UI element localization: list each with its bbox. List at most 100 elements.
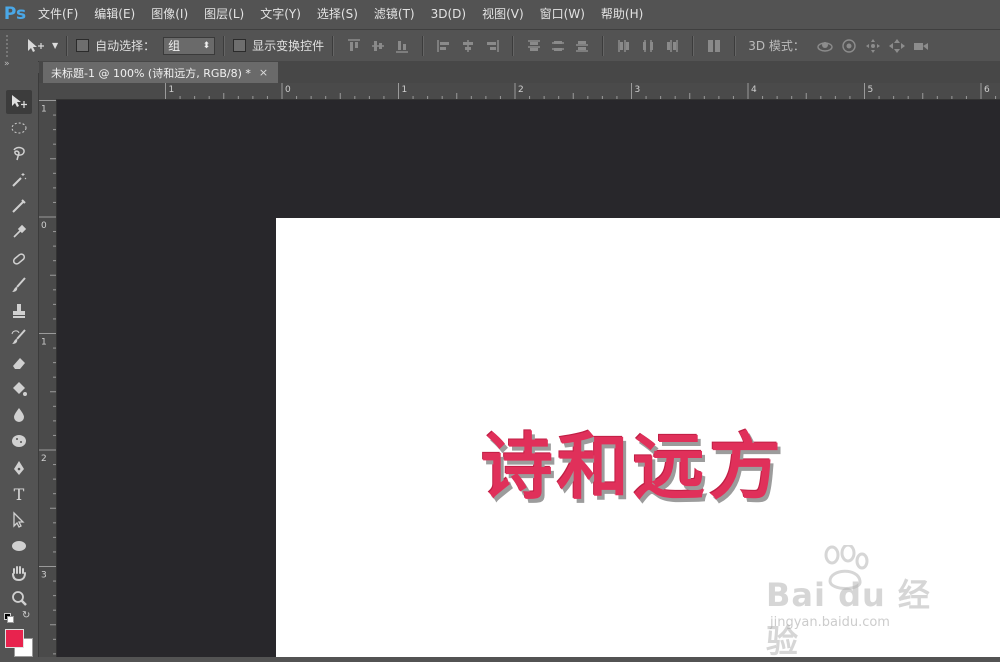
photoshop-logo: Ps (3, 4, 27, 24)
pen-tool[interactable] (6, 456, 32, 480)
type-icon: T (13, 484, 25, 504)
menu-image[interactable]: 图像(I) (143, 0, 196, 28)
menu-filter[interactable]: 滤镜(T) (366, 0, 423, 28)
blur-tool[interactable] (6, 403, 32, 427)
distribute-left-icon[interactable] (616, 38, 632, 54)
horizontal-ruler-ticks: 1 0 1 2 3 4 5 6 (165, 83, 997, 99)
menu-file[interactable]: 文件(F) (30, 0, 86, 28)
3d-slide-icon[interactable] (888, 38, 906, 54)
align-vcenter-icon[interactable] (370, 38, 386, 54)
document-tab-title: 未标题-1 @ 100% (诗和远方, RGB/8) * (51, 66, 251, 80)
baidu-watermark: Bai du 经验 jingyan.baidu.com (716, 545, 956, 660)
3d-camera-icon[interactable] (912, 38, 930, 54)
double-chevron-icon: » (4, 59, 10, 69)
ellipse-shape-icon (12, 541, 26, 551)
default-colors-icon[interactable] (4, 613, 14, 623)
paint-bucket-tool[interactable] (6, 377, 32, 401)
ruler-label: 2 (41, 454, 47, 464)
menu-select[interactable]: 选择(S) (309, 0, 366, 28)
menu-window[interactable]: 窗口(W) (532, 0, 593, 28)
auto-select-checkbox[interactable] (76, 39, 90, 52)
shape-tool[interactable] (6, 534, 32, 558)
eraser-tool[interactable] (6, 351, 32, 375)
ruler-origin[interactable] (39, 83, 56, 99)
options-bar-grip[interactable] (6, 34, 16, 57)
document-tab[interactable]: 未标题-1 @ 100% (诗和远方, RGB/8) * × (43, 62, 279, 83)
options-bar: ▼ 自动选择： 组 ⬍ 显示变换控件 3D 模式： (0, 29, 1000, 62)
menu-help[interactable]: 帮助(H) (593, 0, 651, 28)
history-brush-tool[interactable] (6, 325, 32, 349)
auto-align-layers-icon[interactable] (706, 38, 722, 54)
align-top-icon[interactable] (346, 38, 362, 54)
menu-layer[interactable]: 图层(L) (196, 0, 252, 28)
lasso-tool[interactable] (6, 142, 32, 166)
3d-orbit-icon[interactable] (816, 38, 834, 54)
menu-view[interactable]: 视图(V) (474, 0, 532, 28)
distribute-top-icon[interactable] (526, 38, 542, 54)
stamp-icon (13, 304, 25, 318)
3d-roll-icon[interactable] (840, 38, 858, 54)
blur-drop-icon (14, 408, 24, 422)
clone-stamp-tool[interactable] (6, 299, 32, 323)
distribute-bottom-icon[interactable] (574, 38, 590, 54)
align-right-icon[interactable] (484, 38, 500, 54)
3d-pan-icon[interactable] (864, 38, 882, 54)
bandage-icon (12, 253, 26, 265)
canvas-text-layer[interactable]: 诗和远方 (481, 408, 785, 513)
foreground-color-swatch[interactable] (5, 629, 24, 648)
lasso-icon (13, 146, 25, 161)
align-bottom-icon[interactable] (394, 38, 410, 54)
horizontal-ruler[interactable]: 1 0 1 2 3 4 5 6 (56, 83, 1000, 100)
updown-arrows-icon: ⬍ (202, 40, 211, 51)
show-transform-checkbox[interactable] (233, 39, 247, 52)
path-selection-tool[interactable] (6, 508, 32, 532)
distribute-hcenter-icon[interactable] (640, 38, 656, 54)
crop-tool[interactable] (6, 194, 32, 218)
separator (223, 35, 226, 56)
hand-icon (12, 566, 26, 582)
eyedropper-tool[interactable] (6, 220, 32, 244)
eyedropper-icon (13, 224, 27, 238)
align-left-icon[interactable] (436, 38, 452, 54)
ruler-label: 1 (169, 85, 175, 95)
eraser-icon (13, 358, 25, 369)
separator (602, 35, 605, 56)
sponge-icon (12, 435, 26, 447)
ruler-label: 0 (285, 85, 291, 95)
auto-select-dropdown[interactable]: 组 ⬍ (163, 36, 216, 55)
tool-preset-picker[interactable]: ▼ (26, 38, 58, 54)
menu-bar: Ps 文件(F) 编辑(E) 图像(I) 图层(L) 文字(Y) 选择(S) 滤… (0, 0, 1000, 28)
align-hcenter-icon[interactable] (460, 38, 476, 54)
ruler-label: 3 (635, 85, 641, 95)
brush-tool[interactable] (6, 273, 32, 297)
distribute-right-icon[interactable] (664, 38, 680, 54)
healing-brush-tool[interactable] (6, 247, 32, 271)
crop-icon (12, 199, 26, 213)
move-tool-icon (12, 95, 27, 108)
dodge-tool[interactable] (6, 429, 32, 453)
hand-tool[interactable] (6, 561, 32, 585)
menu-3d[interactable]: 3D(D) (423, 0, 474, 28)
ruler-label: 1 (402, 85, 408, 95)
menu-edit[interactable]: 编辑(E) (86, 0, 143, 28)
separator (734, 35, 737, 56)
swap-colors-icon[interactable]: ↻ (22, 610, 30, 621)
vertical-ruler[interactable]: 1 0 1 2 3 (39, 99, 57, 657)
toolbox-collapse-bar[interactable]: » (0, 59, 38, 73)
ruler-label: 1 (41, 105, 47, 115)
marquee-icon (11, 122, 27, 134)
zoom-tool[interactable] (6, 587, 32, 611)
move-tool[interactable] (6, 90, 32, 114)
marquee-tool[interactable] (6, 116, 32, 140)
ruler-label: 2 (518, 85, 524, 95)
3d-mode-label: 3D 模式： (748, 39, 805, 53)
magnifier-icon (12, 591, 27, 606)
chevron-down-icon: ▼ (52, 41, 59, 50)
distribute-vcenter-icon[interactable] (550, 38, 566, 54)
type-tool[interactable]: T (6, 482, 32, 506)
menu-type[interactable]: 文字(Y) (252, 0, 309, 28)
auto-select-label: 自动选择： (95, 39, 156, 53)
vertical-ruler-ticks: 1 0 1 2 3 (39, 100, 56, 655)
close-icon[interactable]: × (259, 66, 268, 79)
magic-wand-tool[interactable] (6, 168, 32, 192)
